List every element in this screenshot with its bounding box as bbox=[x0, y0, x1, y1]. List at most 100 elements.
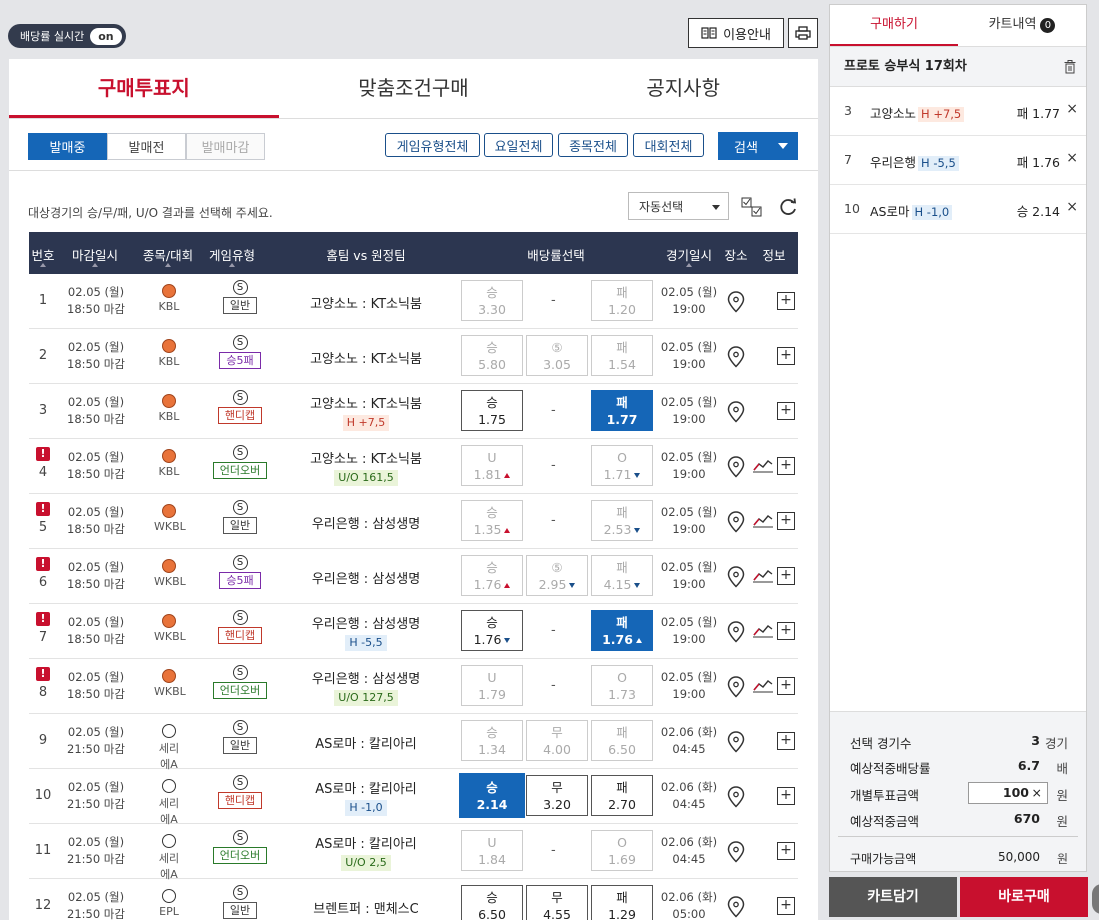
odds-button[interactable]: 패 4.15 bbox=[591, 555, 653, 596]
map-pin-icon[interactable] bbox=[727, 291, 745, 313]
remove-pick-icon[interactable]: × bbox=[1066, 199, 1078, 215]
sort-icon[interactable] bbox=[165, 263, 171, 267]
expand-info-button[interactable]: + bbox=[777, 677, 795, 695]
sort-icon[interactable] bbox=[229, 263, 235, 267]
odds-button[interactable]: 승 1.76 bbox=[461, 610, 523, 651]
trash-icon[interactable] bbox=[1064, 60, 1076, 74]
tab-betting-slip[interactable]: 구매투표지 bbox=[9, 59, 279, 118]
tab-cart[interactable]: 카트내역 0 bbox=[958, 5, 1086, 46]
odds-button[interactable]: O 1.71 bbox=[591, 445, 653, 486]
odds-button[interactable]: 승 1.76 bbox=[461, 555, 523, 596]
odds-trend-chart-icon[interactable] bbox=[753, 459, 773, 473]
expand-info-button[interactable]: + bbox=[777, 732, 795, 750]
map-pin-icon[interactable] bbox=[727, 896, 745, 918]
tab-notices[interactable]: 공지사항 bbox=[548, 59, 818, 118]
status-closed[interactable]: 발매마감 bbox=[186, 133, 265, 160]
col-number[interactable]: 번호 bbox=[31, 245, 54, 264]
odds-button[interactable]: O 1.69 bbox=[591, 830, 653, 871]
odds-button[interactable]: ⑤ 2.95 bbox=[526, 555, 588, 596]
refresh-icon[interactable] bbox=[777, 196, 799, 218]
odds-trend-chart-icon[interactable] bbox=[753, 679, 773, 693]
sort-icon[interactable] bbox=[686, 263, 692, 267]
select-all-checkbox-icon[interactable] bbox=[741, 196, 763, 218]
odds-button[interactable]: 승 2.14 bbox=[461, 775, 523, 816]
col-sport-league[interactable]: 종목/대회 bbox=[143, 245, 193, 264]
odds-button[interactable]: 패 2.70 bbox=[591, 775, 653, 816]
odds-button[interactable]: 패 2.53 bbox=[591, 500, 653, 541]
buy-now-button[interactable]: 바로구매 bbox=[960, 877, 1088, 917]
map-pin-icon[interactable] bbox=[727, 786, 745, 808]
expand-info-button[interactable]: + bbox=[777, 292, 795, 310]
filter-league[interactable]: 대회전체 bbox=[633, 133, 704, 157]
filter-sport[interactable]: 종목전체 bbox=[558, 133, 628, 157]
odds-button[interactable]: 패 1.76 bbox=[591, 610, 653, 651]
map-pin-icon[interactable] bbox=[727, 621, 745, 643]
odds-button[interactable]: 승 6.50 bbox=[461, 885, 523, 920]
auto-select-dropdown[interactable]: 자동선택 bbox=[628, 192, 729, 220]
map-pin-icon[interactable] bbox=[727, 511, 745, 533]
remove-pick-icon[interactable]: × bbox=[1066, 101, 1078, 117]
expand-info-button[interactable]: + bbox=[777, 567, 795, 585]
odds-trend-chart-icon[interactable] bbox=[753, 624, 773, 638]
scroll-top-handle[interactable] bbox=[1092, 884, 1099, 914]
col-deadline[interactable]: 마감일시 bbox=[72, 245, 118, 264]
odds-button[interactable]: 무 4.00 bbox=[526, 720, 588, 761]
odds-trend-chart-icon[interactable] bbox=[753, 514, 773, 528]
live-odds-state[interactable]: on bbox=[90, 27, 122, 45]
odds-button[interactable]: 승 1.75 bbox=[461, 390, 523, 431]
filter-day[interactable]: 요일전체 bbox=[484, 133, 553, 157]
expand-info-button[interactable]: + bbox=[777, 787, 795, 805]
odds-button[interactable]: 승 3.30 bbox=[461, 280, 523, 321]
expand-info-button[interactable]: + bbox=[777, 457, 795, 475]
expand-info-button[interactable]: + bbox=[777, 622, 795, 640]
odds-button[interactable]: 패 1.77 bbox=[591, 390, 653, 431]
print-button[interactable] bbox=[788, 18, 818, 48]
status-pre-sale[interactable]: 발매전 bbox=[107, 133, 186, 160]
map-pin-icon[interactable] bbox=[727, 456, 745, 478]
picked-item: 10 AS로마 H -1,0 승 2.14 × bbox=[830, 185, 1086, 234]
odds-value: 1.84 bbox=[478, 852, 506, 867]
odds-button[interactable]: 패 1.54 bbox=[591, 335, 653, 376]
live-odds-toggle[interactable]: 배당률 실시간 on bbox=[8, 24, 126, 48]
odds-button[interactable]: O 1.73 bbox=[591, 665, 653, 706]
expand-info-button[interactable]: + bbox=[777, 842, 795, 860]
odds-button[interactable]: 승 5.80 bbox=[461, 335, 523, 376]
expand-info-button[interactable]: + bbox=[777, 897, 795, 915]
odds-button[interactable]: U 1.84 bbox=[461, 830, 523, 871]
map-pin-icon[interactable] bbox=[727, 731, 745, 753]
clear-icon[interactable]: × bbox=[1032, 783, 1042, 803]
expand-info-button[interactable]: + bbox=[777, 402, 795, 420]
guide-button[interactable]: 이용안내 bbox=[688, 18, 784, 48]
odds-button[interactable]: 무 4.55 bbox=[526, 885, 588, 920]
row-sport: WKBL bbox=[154, 669, 186, 698]
bet-amount-input[interactable]: 100 × bbox=[968, 782, 1048, 804]
odds-button[interactable]: U 1.81 bbox=[461, 445, 523, 486]
map-pin-icon[interactable] bbox=[727, 566, 745, 588]
odds-button[interactable]: 무 3.20 bbox=[526, 775, 588, 816]
tab-purchase[interactable]: 구매하기 bbox=[830, 5, 958, 46]
odds-button[interactable]: 패 6.50 bbox=[591, 720, 653, 761]
odds-button[interactable]: 패 1.20 bbox=[591, 280, 653, 321]
add-to-cart-button[interactable]: 카트담기 bbox=[829, 877, 957, 917]
expand-info-button[interactable]: + bbox=[777, 347, 795, 365]
status-on-sale[interactable]: 발매중 bbox=[28, 133, 107, 160]
col-game-type[interactable]: 게임유형 bbox=[209, 245, 255, 264]
expand-info-button[interactable]: + bbox=[777, 512, 795, 530]
sort-icon[interactable] bbox=[40, 263, 46, 267]
map-pin-icon[interactable] bbox=[727, 676, 745, 698]
odds-button[interactable]: ⑤ 3.05 bbox=[526, 335, 588, 376]
remove-pick-icon[interactable]: × bbox=[1066, 150, 1078, 166]
search-button[interactable]: 검색 bbox=[718, 132, 798, 160]
sort-icon[interactable] bbox=[92, 263, 98, 267]
map-pin-icon[interactable] bbox=[727, 346, 745, 368]
odds-button[interactable]: 패 1.29 bbox=[591, 885, 653, 920]
filter-game-type[interactable]: 게임유형전체 bbox=[385, 133, 480, 157]
map-pin-icon[interactable] bbox=[727, 841, 745, 863]
odds-trend-chart-icon[interactable] bbox=[753, 569, 773, 583]
col-game-date[interactable]: 경기일시 bbox=[666, 245, 712, 264]
odds-button[interactable]: U 1.79 bbox=[461, 665, 523, 706]
tab-custom-purchase[interactable]: 맞춤조건구매 bbox=[279, 59, 549, 118]
map-pin-icon[interactable] bbox=[727, 401, 745, 423]
odds-button[interactable]: 승 1.34 bbox=[461, 720, 523, 761]
odds-button[interactable]: 승 1.35 bbox=[461, 500, 523, 541]
